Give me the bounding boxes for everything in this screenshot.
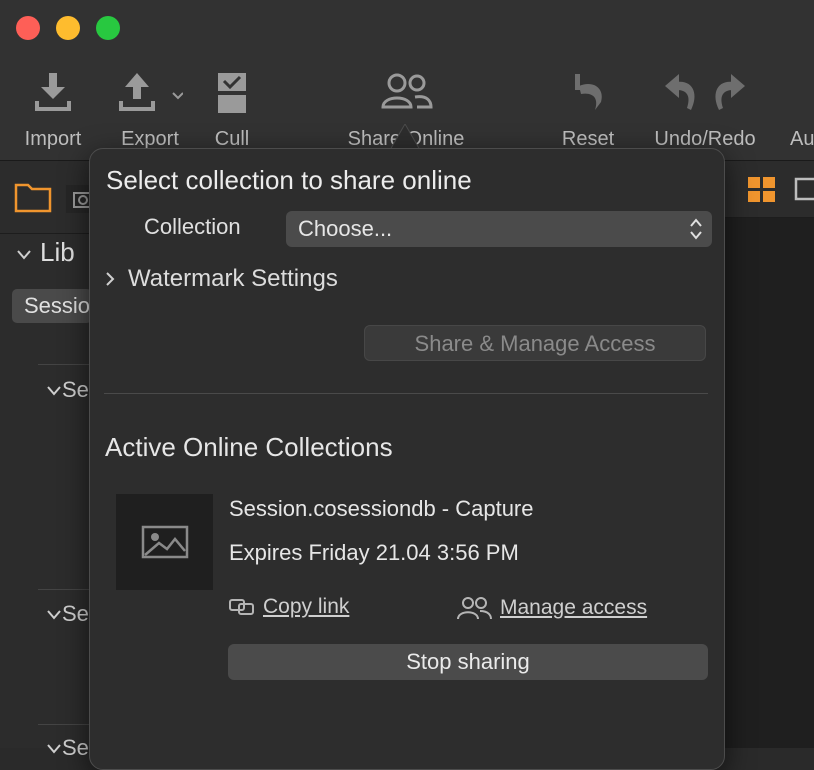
sidebar-section[interactable]: Se: [46, 735, 89, 761]
chevron-right-icon: [106, 272, 115, 286]
sidebar-section[interactable]: Se: [46, 601, 89, 627]
sidebar-section[interactable]: Se: [46, 377, 89, 403]
undo-redo-button[interactable]: Undo/Redo: [650, 60, 760, 150]
collection-select-value: Choose...: [298, 216, 393, 241]
cull-icon: [204, 60, 260, 122]
library-label: Lib: [40, 237, 75, 267]
import-button[interactable]: Import: [18, 60, 88, 150]
reset-button[interactable]: Reset: [560, 60, 616, 150]
grid-view-icon[interactable]: [748, 177, 776, 203]
share-manage-access-button[interactable]: Share & Manage Access: [364, 325, 706, 361]
library-sidebar: Lib Sessio Se Se Se: [0, 161, 93, 760]
auto-label: Au: [790, 128, 814, 150]
sidebar-section-label: Se: [62, 377, 89, 402]
manage-access-button[interactable]: Manage access: [456, 595, 647, 621]
view-mode-bar: [724, 161, 814, 218]
divider: [38, 589, 92, 590]
manage-access-label: Manage access: [500, 596, 648, 619]
collection-select[interactable]: Choose...: [286, 211, 712, 247]
stop-sharing-button[interactable]: Stop sharing: [228, 644, 708, 680]
viewer-area: [724, 161, 814, 748]
link-icon: [229, 599, 254, 615]
popover-arrow: [390, 124, 420, 150]
library-header[interactable]: Lib: [16, 237, 75, 268]
active-collections-title: Active Online Collections: [105, 432, 393, 462]
close-window-button[interactable]: [16, 16, 40, 40]
export-button[interactable]: Export: [110, 60, 190, 150]
divider: [104, 393, 708, 394]
sidebar-section-label: Se: [62, 601, 89, 626]
copy-link-label: Copy link: [263, 595, 350, 618]
single-view-icon[interactable]: [794, 177, 814, 203]
people-icon: [457, 597, 492, 620]
watermark-settings-disclosure[interactable]: Watermark Settings: [104, 265, 338, 293]
undo-redo-icon: [650, 60, 760, 122]
cull-button[interactable]: Cull: [204, 60, 260, 150]
share-online-icon: [346, 60, 466, 122]
reset-icon: [560, 60, 616, 122]
popover-title: Select collection to share online: [106, 165, 472, 195]
collection-label: Collection: [144, 214, 241, 239]
copy-link-button[interactable]: Copy link: [229, 595, 349, 619]
divider: [38, 364, 92, 365]
collection-name: Session.cosessiondb - Capture: [229, 496, 534, 521]
import-icon: [18, 60, 88, 122]
share-online-popover: Select collection to share online Collec…: [89, 148, 725, 770]
collection-thumbnail: [116, 494, 213, 590]
divider: [38, 724, 92, 725]
import-label: Import: [24, 128, 82, 150]
minimize-window-button[interactable]: [56, 16, 80, 40]
collection-expiry: Expires Friday 21.04 3:56 PM: [229, 540, 519, 565]
watermark-settings-label: Watermark Settings: [128, 265, 338, 292]
zoom-window-button[interactable]: [96, 16, 120, 40]
up-down-chevron-icon: [690, 218, 702, 240]
share-online-button[interactable]: Share Online: [346, 60, 466, 150]
folder-icon[interactable]: [14, 181, 52, 218]
export-icon: [110, 60, 190, 122]
session-pill[interactable]: Sessio: [12, 289, 92, 323]
image-placeholder-icon: [141, 525, 188, 559]
sidebar-tabs: [0, 161, 93, 234]
